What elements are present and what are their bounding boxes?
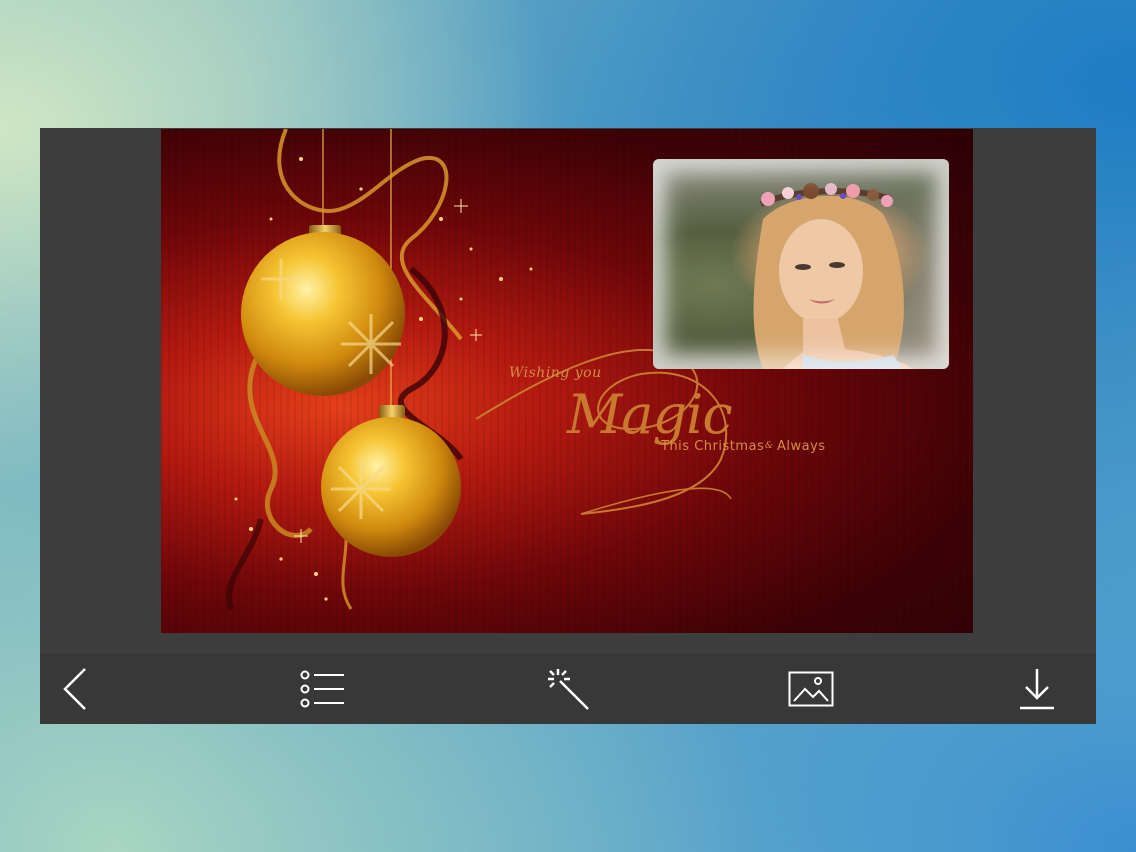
chevron-left-icon: [63, 667, 86, 710]
canvas-area: Wishing you Magic This Christmas & Alway…: [40, 128, 1096, 653]
greeting-line3: Always: [777, 439, 826, 454]
frames-list-button[interactable]: [273, 653, 373, 724]
list-icon: [300, 670, 344, 707]
back-button[interactable]: [26, 653, 126, 724]
greeting-line1: Wishing you: [509, 365, 602, 381]
greeting-text: Wishing you Magic This Christmas & Alway…: [503, 361, 843, 511]
greeting-join: &: [765, 441, 774, 451]
christmas-frame-card[interactable]: Wishing you Magic This Christmas & Alway…: [161, 129, 973, 633]
magic-wand-icon: [548, 668, 589, 710]
bottom-toolbar: [40, 653, 1096, 724]
effects-button[interactable]: [518, 653, 618, 724]
editor-screen: Wishing you Magic This Christmas & Alway…: [40, 128, 1096, 724]
greeting-line2: This Christmas: [661, 439, 765, 454]
download-icon: [1020, 668, 1054, 709]
image-icon: [788, 671, 834, 706]
photo-slot[interactable]: [653, 159, 949, 369]
download-button[interactable]: [987, 653, 1087, 724]
photo-vignette: [653, 159, 949, 369]
gallery-button[interactable]: [761, 653, 861, 724]
greeting-magic: Magic: [567, 383, 733, 446]
